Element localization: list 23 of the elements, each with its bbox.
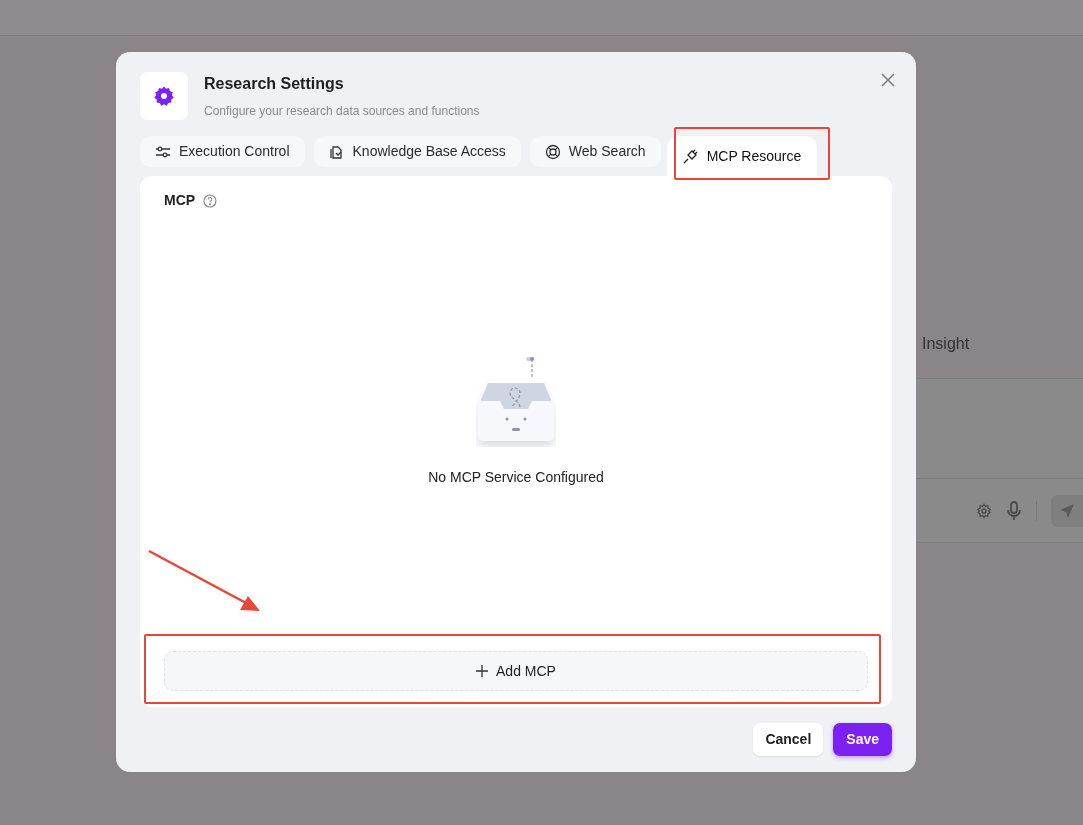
plus-icon [476, 665, 489, 677]
help-icon[interactable] [203, 193, 218, 208]
save-button[interactable]: Save [833, 723, 892, 756]
tab[interactable]: Web Search [529, 136, 661, 167]
cancel-button[interactable]: Cancel [753, 723, 824, 756]
dialog-subtitle: Configure your research data sources and functions [204, 103, 480, 120]
add-mcp-button[interactable]: Add MCP [164, 651, 868, 691]
empty-state-text: No MCP Service Configured [428, 467, 604, 487]
lifebuoy-icon [544, 143, 561, 160]
tab[interactable]: Knowledge Base Access [313, 136, 521, 167]
plug-icon [682, 148, 699, 164]
settings-icon[interactable] [976, 502, 992, 519]
settings-icon [140, 72, 188, 120]
microphone-icon[interactable] [1006, 500, 1022, 521]
tab[interactable]: MCP Resource [666, 136, 818, 176]
close-button[interactable] [880, 72, 896, 88]
send-button[interactable] [1051, 494, 1083, 527]
send-icon [1059, 502, 1075, 519]
page-heading: Insight [922, 334, 971, 354]
dialog-title: Research Settings [204, 74, 345, 94]
documents-icon [328, 143, 345, 160]
section-label: MCP [164, 191, 196, 210]
tab[interactable]: Execution Control [140, 136, 305, 167]
